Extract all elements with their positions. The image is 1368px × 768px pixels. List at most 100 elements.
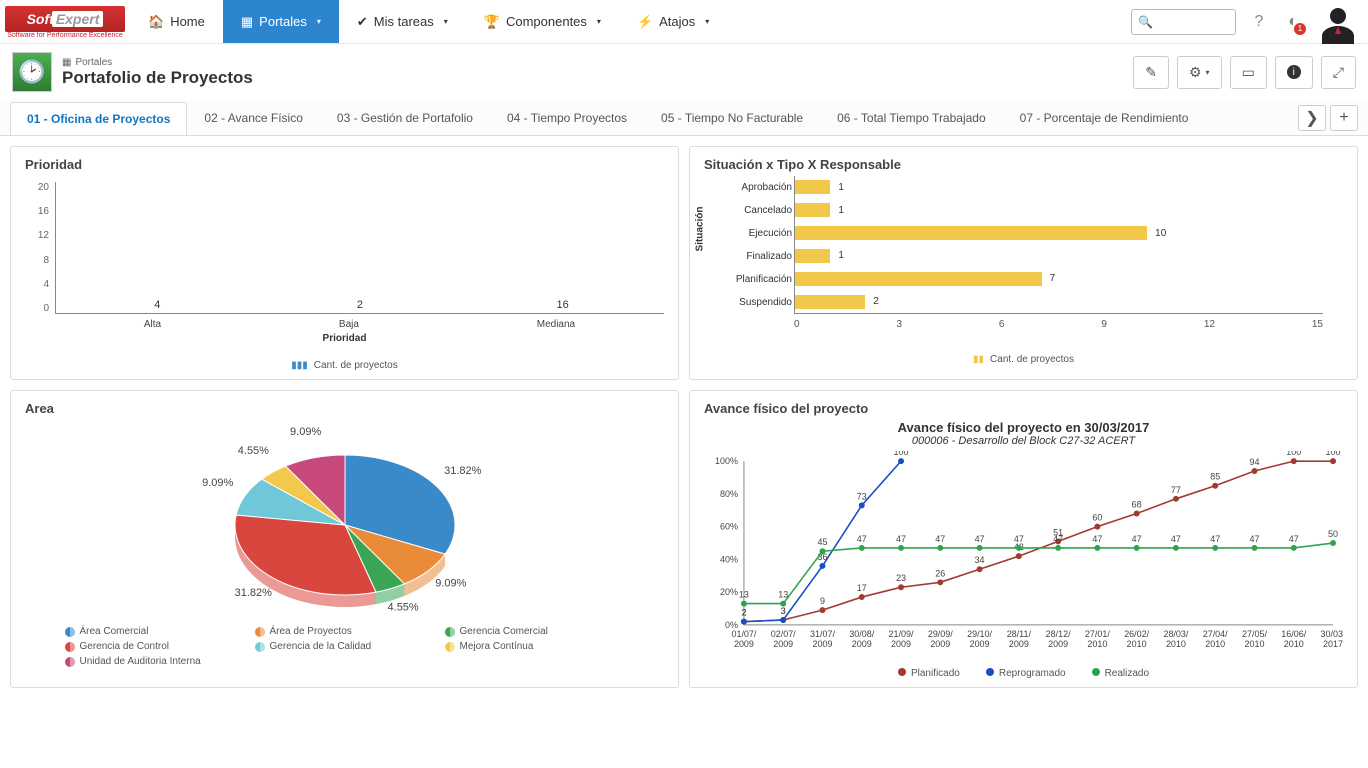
svg-text:2009: 2009: [1048, 639, 1068, 649]
legend-item: Área Comercial: [65, 626, 245, 637]
svg-text:17: 17: [857, 583, 867, 593]
tab-01[interactable]: 01 - Oficina de Proyectos: [10, 102, 187, 135]
svg-text:9.09%: 9.09%: [290, 426, 321, 438]
tab-strip: 01 - Oficina de Proyectos 02 - Avance Fí…: [0, 100, 1368, 136]
tab-02[interactable]: 02 - Avance Físico: [187, 101, 320, 134]
svg-text:20%: 20%: [720, 587, 738, 597]
svg-text:34: 34: [975, 555, 985, 565]
search-input[interactable]: [1153, 15, 1229, 29]
grid-icon: ▦: [241, 14, 253, 30]
info-button[interactable]: i: [1275, 56, 1313, 89]
svg-text:2009: 2009: [813, 639, 833, 649]
svg-text:47: 47: [1289, 534, 1299, 544]
svg-text:4.55%: 4.55%: [387, 602, 418, 614]
svg-text:9: 9: [820, 596, 825, 606]
svg-text:2009: 2009: [930, 639, 950, 649]
nav-atajos[interactable]: ⚡Atajos▾: [619, 0, 727, 43]
search-icon: 🔍: [1138, 15, 1153, 29]
settings-button[interactable]: ⚙▾: [1177, 56, 1222, 89]
svg-text:100%: 100%: [715, 456, 738, 466]
svg-text:47: 47: [1092, 534, 1102, 544]
svg-text:01/07/: 01/07/: [731, 629, 756, 639]
edit-button[interactable]: ✎: [1133, 56, 1169, 89]
panel-area: Area 31.82%9.09%4.55%31.82%9.09%4.55%9.0…: [10, 390, 679, 688]
expand-icon: ⤢: [1333, 64, 1344, 81]
svg-text:47: 47: [935, 534, 945, 544]
trophy-icon: 🏆: [484, 14, 500, 30]
tab-06[interactable]: 06 - Total Tiempo Trabajado: [820, 101, 1003, 134]
nav-portales[interactable]: ▦Portales▾: [223, 0, 339, 43]
panel-title: Situación x Tipo X Responsable: [704, 157, 1343, 172]
legend-item: Mejora Contínua: [445, 641, 625, 652]
svg-text:2009: 2009: [773, 639, 793, 649]
nav-componentes[interactable]: 🏆Componentes▾: [466, 0, 619, 43]
svg-text:68: 68: [1132, 500, 1142, 510]
tabs-next-button[interactable]: ❯: [1298, 105, 1326, 131]
present-button[interactable]: ▭: [1230, 56, 1267, 89]
panel-title: Area: [25, 401, 664, 416]
notification-badge: 1: [1294, 23, 1306, 35]
svg-text:2009: 2009: [891, 639, 911, 649]
svg-text:3: 3: [781, 606, 786, 616]
svg-text:9.09%: 9.09%: [435, 578, 466, 590]
svg-text:2017: 2017: [1323, 639, 1343, 649]
svg-text:47: 47: [896, 534, 906, 544]
fullscreen-button[interactable]: ⤢: [1321, 56, 1356, 89]
svg-text:94: 94: [1249, 457, 1259, 467]
nav-mis-tareas[interactable]: ✔Mis tareas▾: [339, 0, 466, 43]
svg-text:47: 47: [975, 534, 985, 544]
chevron-down-icon: ▾: [444, 17, 448, 26]
svg-text:100: 100: [1286, 451, 1301, 457]
svg-text:21/09/: 21/09/: [889, 629, 914, 639]
tab-03[interactable]: 03 - Gestión de Portafolio: [320, 101, 490, 134]
svg-text:2009: 2009: [734, 639, 754, 649]
svg-text:23: 23: [896, 573, 906, 583]
legend-item: Gerencia de la Calidad: [255, 641, 435, 652]
svg-text:77: 77: [1171, 485, 1181, 495]
panel-title: Prioridad: [25, 157, 664, 172]
svg-text:2009: 2009: [970, 639, 990, 649]
chart-subtitle: 000006 - Desarrollo del Block C27-32 ACE…: [704, 435, 1343, 447]
svg-text:2009: 2009: [852, 639, 872, 649]
grid-icon: ▦: [62, 57, 71, 68]
svg-text:60: 60: [1092, 513, 1102, 523]
global-search[interactable]: 🔍: [1131, 9, 1236, 35]
help-icon[interactable]: ?: [1248, 11, 1270, 33]
svg-text:27/05/: 27/05/: [1242, 629, 1267, 639]
dashboard-grid: Prioridad 20 16 12 8 4 0 4 2 16 Alta Baj…: [0, 136, 1368, 698]
svg-text:47: 47: [1053, 534, 1063, 544]
page-title: Portafolio de Proyectos: [62, 68, 253, 88]
notification-icon[interactable]: ◐1: [1282, 11, 1304, 33]
bar-icon: ▮▮▮: [291, 360, 308, 371]
svg-text:31.82%: 31.82%: [444, 465, 482, 477]
portal-icon: 🕑: [12, 52, 52, 92]
tab-07[interactable]: 07 - Porcentaje de Rendimiento: [1003, 101, 1206, 134]
svg-text:47: 47: [1171, 534, 1181, 544]
nav-home[interactable]: 🏠Home: [130, 0, 223, 43]
svg-text:28/11/: 28/11/: [1007, 629, 1032, 639]
legend-item: Gerencia Comercial: [445, 626, 625, 637]
user-avatar[interactable]: [1316, 0, 1360, 44]
svg-text:31/07/: 31/07/: [810, 629, 835, 639]
tab-04[interactable]: 04 - Tiempo Proyectos: [490, 101, 644, 134]
info-icon: i: [1287, 65, 1301, 79]
progress-line-chart: 100%80%60%40%20%0%01/07/200902/07/200931…: [704, 451, 1343, 661]
tab-add-button[interactable]: +: [1330, 105, 1358, 131]
svg-text:50: 50: [1328, 529, 1338, 539]
svg-text:27/01/: 27/01/: [1085, 629, 1110, 639]
svg-text:40%: 40%: [720, 554, 738, 564]
svg-text:2010: 2010: [1284, 639, 1304, 649]
svg-text:30/08/: 30/08/: [849, 629, 874, 639]
svg-text:26/02/: 26/02/: [1124, 629, 1149, 639]
svg-text:100: 100: [894, 451, 909, 457]
legend-item: Unidad de Auditoria Interna: [65, 656, 245, 667]
svg-text:2010: 2010: [1087, 639, 1107, 649]
situation-bar-chart: Situación Aprobación Cancelado Ejecución…: [704, 176, 1343, 336]
bolt-icon: ⚡: [637, 14, 653, 30]
tab-05[interactable]: 05 - Tiempo No Facturable: [644, 101, 820, 134]
svg-text:13: 13: [778, 590, 788, 600]
panel-prioridad: Prioridad 20 16 12 8 4 0 4 2 16 Alta Baj…: [10, 146, 679, 380]
chevron-down-icon: ▾: [317, 17, 321, 26]
svg-text:85: 85: [1210, 472, 1220, 482]
panel-avance: Avance físico del proyecto Avance físico…: [689, 390, 1358, 688]
